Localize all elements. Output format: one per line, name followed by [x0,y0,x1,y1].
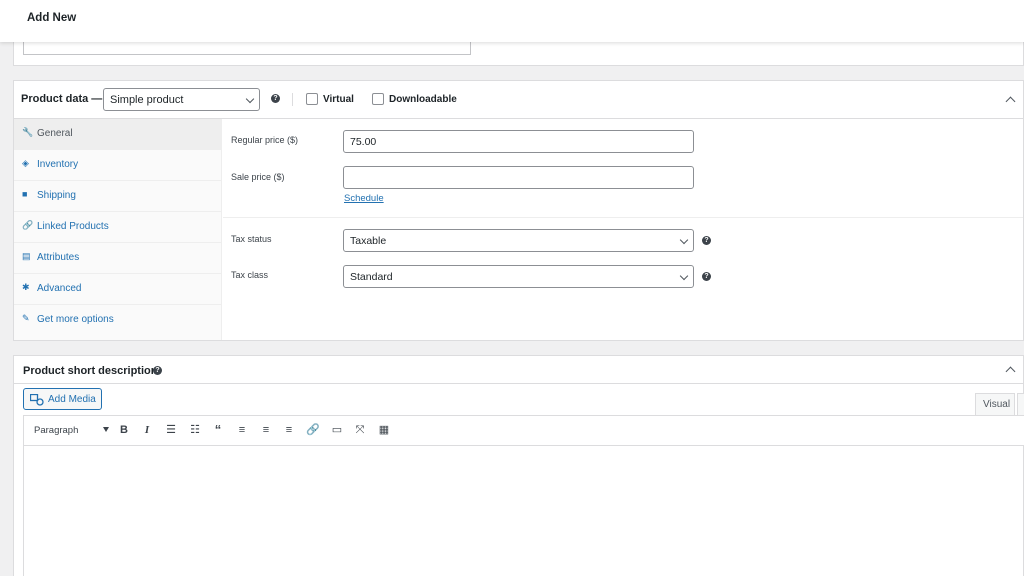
link-icon[interactable]: 🔗 [306,423,320,437]
plugin-icon: ✎ [22,313,30,323]
top-bar: Add New [0,0,1024,42]
align-right-icon[interactable]: ≡ [282,423,296,437]
tab-attributes[interactable]: ▤ Attributes [14,243,222,274]
dropdown-arrow-icon [103,427,109,432]
product-data-tabs: 🔧 General ◈ Inventory ■ Shipping 🔗 Linke… [14,119,222,340]
chevron-down-icon [679,271,689,281]
regular-price-input[interactable]: 75.00 [343,130,694,153]
add-media-label: Add Media [48,394,96,405]
bold-icon[interactable]: B [117,423,131,437]
product-type-select[interactable]: Simple product [103,88,260,111]
divider [292,93,293,106]
tab-inventory[interactable]: ◈ Inventory [14,150,222,181]
italic-icon[interactable]: I [140,423,154,437]
tab-visual-label: Visual [983,399,1011,410]
tab-get-more-options[interactable]: ✎ Get more options [14,305,222,336]
tax-status-select[interactable]: Taxable [343,229,694,252]
help-icon[interactable]: ? [153,366,162,375]
tax-class-select[interactable]: Standard [343,265,694,288]
product-data-title: Product data — [21,93,103,105]
add-media-button[interactable]: Add Media [23,388,102,410]
read-more-icon[interactable]: ▭ [330,423,344,437]
tab-label: Attributes [37,252,80,263]
chevron-down-icon [679,235,689,245]
page-title: Add New [27,12,77,24]
short-description-panel: Product short description ? Add Media Vi… [13,355,1024,576]
chevron-down-icon [245,94,255,104]
section-divider [223,217,1023,218]
format-select[interactable]: Paragraph [29,422,111,439]
product-data-panel: Product data — Simple product ? Virtual … [13,80,1024,341]
tab-visual[interactable]: Visual [975,393,1015,415]
numbered-list-icon[interactable]: ☷ [188,423,202,437]
tax-status-label: Tax status [231,234,272,244]
tab-advanced[interactable]: ✱ Advanced [14,274,222,305]
tax-class-label: Tax class [231,270,269,280]
wrench-icon: 🔧 [22,127,34,137]
tab-general[interactable]: 🔧 General [14,119,222,150]
editor-area[interactable]: Paragraph B I ☰ ☷ “ ≡ ≡ ≡ 🔗 ▭ ⤧ ▦ [23,415,1024,576]
tab-label: Inventory [37,159,79,170]
virtual-checkbox[interactable] [306,93,318,105]
tab-label: Advanced [37,283,82,294]
align-center-icon[interactable]: ≡ [259,423,273,437]
schedule-link[interactable]: Schedule [344,193,384,204]
short-description-header: Product short description ? [14,356,1023,384]
help-icon[interactable]: ? [702,272,711,281]
help-icon[interactable]: ? [702,236,711,245]
bullet-list-icon[interactable]: ☰ [164,423,178,437]
link-icon: 🔗 [22,220,34,230]
toolbar-toggle-icon[interactable]: ▦ [377,423,391,437]
regular-price-label: Regular price ($) [231,135,299,145]
sale-price-label: Sale price ($) [231,172,285,182]
tab-shipping[interactable]: ■ Shipping [14,181,222,212]
tab-label: Get more options [37,314,114,325]
list-icon: ▤ [22,251,31,261]
add-media-icon [30,394,44,406]
virtual-label[interactable]: Virtual [323,94,354,105]
collapse-toggle-icon[interactable] [1005,96,1016,107]
align-left-icon[interactable]: ≡ [235,423,249,437]
collapse-toggle-icon[interactable] [1005,366,1016,377]
downloadable-checkbox[interactable] [372,93,384,105]
tab-label: Shipping [37,190,76,201]
fullscreen-icon[interactable]: ⤧ [353,423,367,437]
tab-linked-products[interactable]: 🔗 Linked Products [14,212,222,243]
tab-label: General [37,128,73,139]
tab-label: Linked Products [37,221,109,232]
format-select-value: Paragraph [34,425,79,436]
product-data-header: Product data — Simple product ? Virtual … [14,81,1023,119]
sale-price-input[interactable] [343,166,694,189]
help-icon[interactable]: ? [271,94,280,103]
gear-icon: ✱ [22,282,30,292]
editor-toolbar: Paragraph B I ☰ ☷ “ ≡ ≡ ≡ 🔗 ▭ ⤧ ▦ [24,416,1024,446]
truck-icon: ■ [22,189,28,199]
tax-class-value: Standard [350,271,393,283]
short-description-title: Product short description [23,365,158,377]
blockquote-icon[interactable]: “ [211,423,225,437]
product-type-value: Simple product [110,94,184,106]
tax-status-value: Taxable [350,235,387,247]
downloadable-label[interactable]: Downloadable [389,94,457,105]
tag-icon: ◈ [22,158,29,168]
tab-text[interactable] [1017,393,1024,415]
